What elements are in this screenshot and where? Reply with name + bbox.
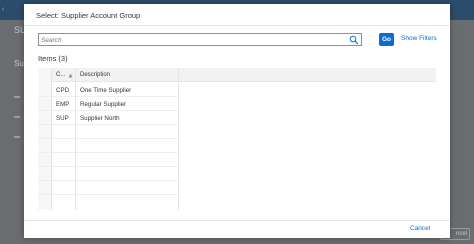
cancel-button[interactable]: Cancel	[410, 225, 430, 232]
table-row-description[interactable]: Supplier North	[80, 115, 120, 122]
go-button[interactable]: Go	[379, 33, 394, 46]
row-divider	[38, 180, 178, 181]
select-dialog: Select: Supplier Account Group Go Show F…	[24, 4, 450, 238]
row-divider	[38, 166, 178, 167]
background-subtitle: Su	[14, 59, 24, 68]
dialog-title: Select: Supplier Account Group	[36, 11, 141, 20]
row-divider	[38, 110, 178, 111]
background-row-marker	[14, 96, 20, 98]
row-divider	[38, 124, 178, 125]
show-filters-link[interactable]: Show Filters	[401, 35, 437, 42]
row-selector-column	[38, 68, 52, 210]
row-divider	[38, 96, 178, 97]
search-icon[interactable]	[349, 35, 359, 45]
back-icon: ‹	[2, 6, 5, 13]
table-header: C... Description	[38, 68, 436, 82]
items-table: C... Description CPD One Time Supplier E…	[38, 68, 436, 210]
column-header-description[interactable]: Description	[80, 72, 110, 78]
background-row-marker	[14, 116, 20, 118]
dialog-footer: Cancel	[24, 220, 450, 238]
table-row-description[interactable]: Regular Supplier	[80, 101, 126, 108]
column-divider	[75, 68, 76, 210]
background-row-marker	[14, 136, 20, 138]
search-input[interactable]	[41, 35, 341, 45]
table-row-description[interactable]: One Time Supplier	[80, 87, 131, 94]
search-field[interactable]	[38, 33, 362, 46]
table-row-code[interactable]: CPD	[56, 87, 69, 94]
row-divider	[38, 152, 178, 153]
sort-ascending-icon	[68, 73, 73, 78]
table-row-code[interactable]: SUP	[56, 115, 69, 122]
column-header-code[interactable]: C...	[56, 72, 65, 78]
table-row-code[interactable]: EMP	[56, 101, 69, 108]
row-divider	[38, 138, 178, 139]
row-divider	[38, 194, 178, 195]
items-count-label: Items (3)	[38, 54, 68, 63]
dialog-header: Select: Supplier Account Group	[24, 4, 450, 26]
table-empty-area	[179, 82, 436, 210]
